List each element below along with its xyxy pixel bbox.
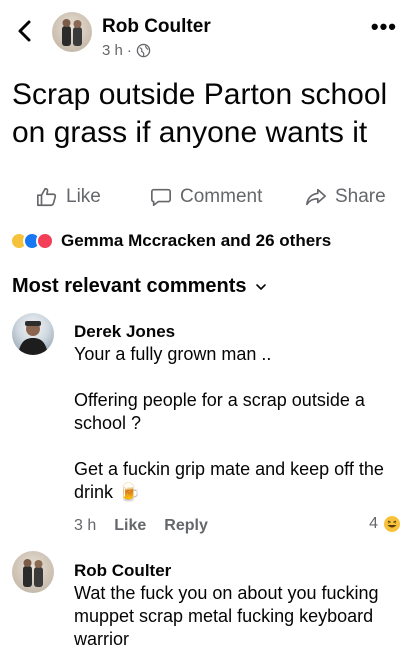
comment-text: Your a fully grown man .. Offering peopl… xyxy=(74,344,384,502)
post-header: Rob Coulter 3 h · ••• xyxy=(0,0,413,66)
meta-separator: · xyxy=(126,42,132,59)
reactions-summary[interactable]: Gemma Mccracken and 26 others xyxy=(10,231,331,251)
chevron-down-icon xyxy=(255,283,266,290)
comment-author-name[interactable]: Rob Coulter xyxy=(74,561,171,581)
comment-time: 3 h xyxy=(74,517,97,534)
comment-label: Comment xyxy=(180,186,263,207)
comment-sort-label: Most relevant comments xyxy=(12,275,247,297)
haha-reaction-icon xyxy=(384,516,400,532)
share-arrow-icon xyxy=(306,188,326,206)
commenter-avatar[interactable] xyxy=(12,313,54,355)
post-author-name[interactable]: Rob Coulter xyxy=(102,16,211,38)
post-text: Scrap outside Parton school on grass if … xyxy=(12,78,388,149)
comment-button[interactable]: Comment xyxy=(150,186,262,208)
comment-reply-button[interactable]: Reply xyxy=(164,517,208,535)
comment-reaction-count[interactable]: 4 xyxy=(369,515,401,533)
share-label: Share xyxy=(335,186,386,207)
share-button[interactable]: Share xyxy=(305,186,386,208)
globe-icon xyxy=(136,43,151,58)
more-options-icon[interactable]: ••• xyxy=(371,14,397,40)
comment-bubble-icon xyxy=(151,188,171,207)
author-avatar[interactable] xyxy=(52,12,92,52)
comment-sort-dropdown[interactable]: Most relevant comments xyxy=(12,275,267,298)
like-button[interactable]: Like xyxy=(36,186,101,208)
comment-like-button[interactable]: Like xyxy=(114,517,146,535)
comment-author-name[interactable]: Derek Jones xyxy=(74,322,175,342)
commenter-avatar[interactable] xyxy=(12,551,54,593)
back-arrow-icon[interactable] xyxy=(14,18,36,44)
reactions-summary-text: Gemma Mccracken and 26 others xyxy=(61,231,332,250)
comment-reaction-number: 4 xyxy=(369,515,378,532)
post-time[interactable]: 3 h xyxy=(102,42,123,59)
comment-footer: 3 h Like Reply xyxy=(74,517,208,535)
post-actions-bar: Like Comment Share xyxy=(0,182,413,216)
comment-text: Wat the fuck you on about you fucking mu… xyxy=(74,583,379,649)
post-meta: 3 h · xyxy=(102,42,151,59)
like-label: Like xyxy=(66,186,101,207)
thumbs-up-icon xyxy=(37,187,57,207)
love-reaction-icon xyxy=(36,232,54,250)
